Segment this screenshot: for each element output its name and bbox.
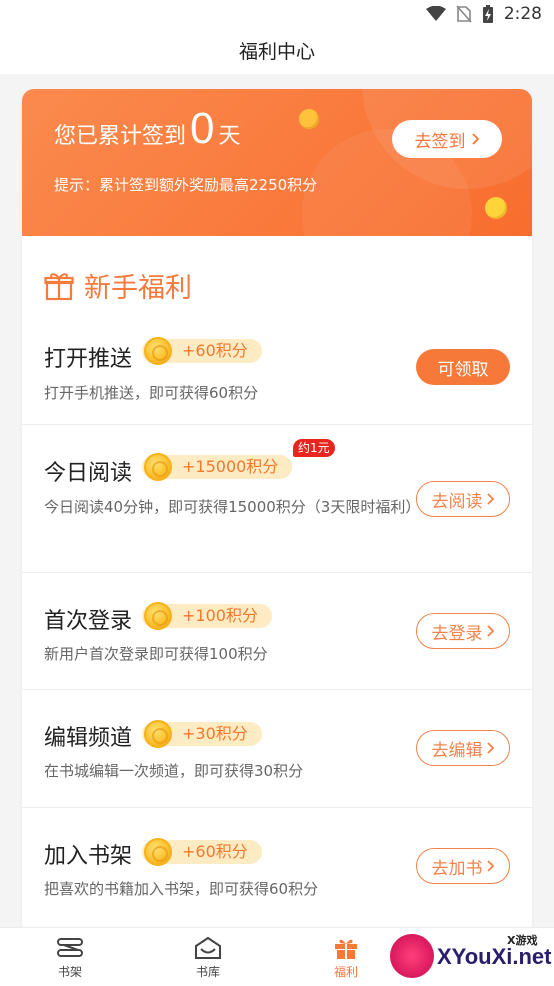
tab-label: 书架 bbox=[57, 964, 82, 979]
chevron-right-icon bbox=[486, 493, 494, 505]
coin-icon bbox=[144, 838, 172, 866]
coin-decoration-icon bbox=[299, 109, 319, 129]
task-name: 打开推送 bbox=[44, 347, 133, 372]
section-title: 新手福利 bbox=[84, 273, 192, 304]
reward-points: +60积分 bbox=[182, 842, 248, 861]
signin-tip: 提示：累计签到额外奖励最高2250积分 bbox=[54, 176, 318, 194]
login-button[interactable]: 去登录 bbox=[416, 613, 510, 649]
signin-prefix: 您已累计签到 bbox=[54, 124, 187, 149]
no-sim-icon bbox=[456, 5, 472, 23]
task-name: 加入书架 bbox=[44, 844, 133, 869]
task-description: 今日阅读40分钟，即可获得15000积分（3天限时福利） bbox=[44, 498, 421, 516]
gamepad-logo-icon bbox=[390, 934, 434, 978]
reward-pill: +15000积分 bbox=[142, 453, 293, 481]
task-description: 新用户首次登录即可获得100积分 bbox=[44, 645, 268, 663]
edit-button-label: 去编辑 bbox=[431, 740, 483, 761]
task-name: 首次登录 bbox=[44, 609, 133, 634]
coin-decoration-icon bbox=[485, 197, 507, 219]
reward-points: +15000积分 bbox=[182, 457, 279, 476]
claim-button[interactable]: 可领取 bbox=[416, 349, 510, 385]
page-title: 福利中心 bbox=[238, 41, 315, 63]
coin-icon bbox=[144, 602, 172, 630]
coin-icon bbox=[144, 720, 172, 748]
status-icons: 2:28 bbox=[425, 4, 542, 24]
task-item: 打开推送 +60积分 打开手机推送，即可获得60积分 可领取 bbox=[22, 325, 532, 425]
battery-charging-icon bbox=[482, 5, 493, 23]
chevron-right-icon bbox=[486, 625, 494, 637]
tab-library[interactable]: 书库 bbox=[158, 928, 258, 986]
add-to-shelf-button[interactable]: 去加书 bbox=[416, 848, 510, 884]
add-shelf-button-label: 去加书 bbox=[431, 858, 483, 879]
task-item: 首次登录 +100积分 新用户首次登录即可获得100积分 去登录 bbox=[22, 573, 532, 690]
login-button-label: 去登录 bbox=[431, 623, 483, 644]
task-name: 今日阅读 bbox=[44, 461, 133, 486]
task-item: 加入书架 +60积分 把喜欢的书籍加入书架，即可获得60积分 去加书 bbox=[22, 808, 532, 926]
library-icon bbox=[195, 936, 221, 959]
task-description: 把喜欢的书籍加入书架，即可获得60积分 bbox=[44, 880, 319, 898]
gift-icon bbox=[44, 272, 74, 300]
coin-icon bbox=[144, 453, 172, 481]
gift-icon bbox=[335, 939, 357, 959]
tab-bookshelf[interactable]: 书架 bbox=[20, 928, 120, 986]
wifi-icon bbox=[425, 6, 446, 21]
tab-label: 书库 bbox=[195, 964, 220, 979]
reward-points: +30积分 bbox=[182, 724, 248, 743]
reward-points: +100积分 bbox=[182, 606, 258, 625]
task-item: 编辑频道 +30积分 在书城编辑一次频道，即可获得30积分 去编辑 bbox=[22, 690, 532, 808]
signin-unit: 天 bbox=[218, 124, 241, 149]
reward-pill: +30积分 bbox=[142, 720, 262, 748]
claim-button-label: 可领取 bbox=[437, 359, 489, 380]
tab-label: 福利 bbox=[333, 964, 358, 979]
task-name: 编辑频道 bbox=[44, 726, 133, 751]
status-time: 2:28 bbox=[503, 4, 542, 24]
reward-pill: +60积分 bbox=[142, 838, 262, 866]
signin-summary: 您已累计签到 0 天 bbox=[54, 107, 241, 151]
site-watermark: X游戏 XYouXi.net bbox=[387, 928, 554, 986]
task-description: 在书城编辑一次频道，即可获得30积分 bbox=[44, 762, 304, 780]
chevron-right-icon bbox=[486, 860, 494, 872]
reward-pill: +60积分 bbox=[142, 337, 262, 365]
signin-day-count: 0 bbox=[190, 104, 215, 153]
reward-badge: 约1元 bbox=[293, 439, 335, 457]
task-description: 打开手机推送，即可获得60积分 bbox=[44, 384, 259, 402]
edit-channel-button[interactable]: 去编辑 bbox=[416, 730, 510, 766]
signin-button[interactable]: 去签到 bbox=[392, 120, 502, 158]
reward-pill: +100积分 bbox=[142, 602, 272, 630]
task-item: 今日阅读 +15000积分 约1元 今日阅读40分钟，即可获得15000积分（3… bbox=[22, 425, 532, 573]
tab-welfare[interactable]: 福利 bbox=[296, 928, 396, 986]
read-button-label: 去阅读 bbox=[431, 491, 483, 512]
chevron-right-icon bbox=[486, 742, 494, 754]
read-button[interactable]: 去阅读 bbox=[416, 481, 510, 517]
status-bar: 2:28 bbox=[0, 0, 554, 30]
welfare-card: 您已累计签到 0 天 提示：累计签到额外奖励最高2250积分 去签到 新手福利 … bbox=[22, 89, 532, 934]
watermark-text: XYouXi.net bbox=[437, 944, 552, 969]
reward-points: +60积分 bbox=[182, 341, 248, 360]
chevron-right-icon bbox=[471, 133, 479, 145]
signin-button-label: 去签到 bbox=[414, 131, 466, 151]
coin-icon bbox=[144, 337, 172, 365]
signin-banner: 您已累计签到 0 天 提示：累计签到额外奖励最高2250积分 去签到 bbox=[22, 89, 532, 236]
navigation-bar: 福利中心 bbox=[0, 30, 554, 74]
bookshelf-icon bbox=[57, 937, 83, 957]
section-header: 新手福利 bbox=[44, 266, 192, 305]
